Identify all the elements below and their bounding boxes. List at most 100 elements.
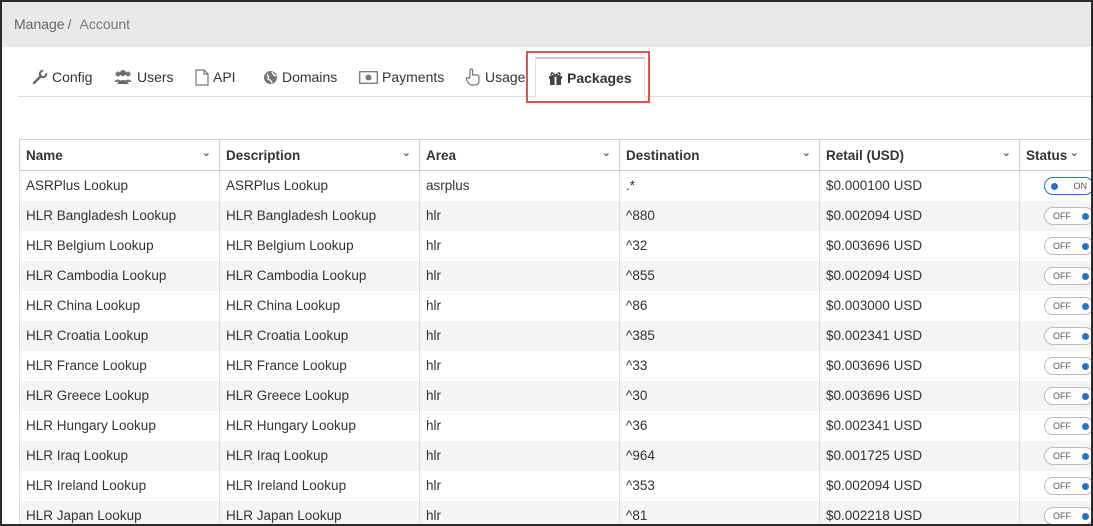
chevron-down-icon[interactable]: ⌄ [402, 146, 411, 159]
gift-icon [548, 71, 563, 86]
table-row[interactable]: HLR Hungary Lookup HLR Hungary Lookup hlr ^… [19, 410, 1091, 441]
column-header-retail[interactable]: Retail (USD) ⌄ [819, 139, 1020, 171]
cell-retail: $0.000100 USD [819, 170, 1020, 201]
toggle-label: OFF [1053, 300, 1071, 311]
chevron-down-icon[interactable]: ⌄ [802, 146, 811, 159]
cell-status: OFF [1019, 200, 1091, 231]
table-row[interactable]: ASRPlus Lookup ASRPlus Lookup asrplus .* $0.… [19, 170, 1091, 201]
cell-retail: $0.003696 USD [819, 230, 1020, 261]
account-tabs: Config Users API Domains Payments Usage … [18, 57, 1091, 98]
tab-usage[interactable]: Usage [465, 57, 525, 97]
toggle-knob [1082, 422, 1089, 430]
toggle-knob [1082, 512, 1089, 520]
tab-packages[interactable]: Packages [535, 57, 645, 98]
cell-area: hlr [419, 410, 620, 441]
tab-payments-label: Payments [382, 69, 445, 85]
tab-users[interactable]: Users [113, 57, 174, 97]
cell-destination: ^385 [619, 320, 820, 351]
cell-area: hlr [419, 260, 620, 291]
tab-payments[interactable]: Payments [359, 57, 444, 97]
tab-domains[interactable]: Domains [263, 57, 337, 97]
tab-api-label: API [213, 69, 236, 85]
cell-description: ASRPlus Lookup [219, 170, 420, 201]
toggle-knob [1082, 482, 1089, 490]
cell-status: OFF [1019, 470, 1091, 501]
chevron-down-icon[interactable]: ⌄ [202, 146, 211, 159]
column-header-name[interactable]: Name ⌄ [19, 139, 220, 171]
packages-table-container: Name ⌄ Description ⌄ Area ⌄ Destination ⌄ Re… [19, 139, 1091, 524]
money-icon [359, 70, 378, 84]
table-row[interactable]: HLR Croatia Lookup HLR Croatia Lookup hlr ^… [19, 320, 1091, 351]
toggle-label: OFF [1053, 450, 1071, 461]
status-toggle[interactable]: OFF [1044, 416, 1091, 435]
cell-description: HLR Hungary Lookup [219, 410, 420, 441]
cell-area: hlr [419, 320, 620, 351]
table-row[interactable]: HLR France Lookup HLR France Lookup hlr ^33… [19, 350, 1091, 381]
toggle-label: OFF [1053, 240, 1071, 251]
cell-retail: $0.003696 USD [819, 350, 1020, 381]
toggle-label: OFF [1053, 480, 1071, 491]
table-row[interactable]: HLR China Lookup HLR China Lookup hlr ^86 $0… [19, 290, 1091, 321]
table-row[interactable]: HLR Belgium Lookup HLR Belgium Lookup hlr ^… [19, 230, 1091, 261]
toggle-label: OFF [1053, 210, 1071, 221]
cell-destination: ^880 [619, 200, 820, 231]
toggle-label: OFF [1053, 390, 1071, 401]
cell-area: hlr [419, 470, 620, 501]
cell-destination: ^86 [619, 290, 820, 321]
tab-domains-label: Domains [282, 69, 338, 85]
column-header-description[interactable]: Description ⌄ [219, 139, 420, 171]
table-row[interactable]: HLR Iraq Lookup HLR Iraq Lookup hlr ^964 $0.… [19, 440, 1091, 471]
breadcrumb-separator: / [67, 16, 72, 32]
status-toggle[interactable]: OFF [1044, 386, 1091, 405]
cell-description: HLR Japan Lookup [219, 500, 420, 524]
column-header-status[interactable]: Status ⌄ [1019, 139, 1091, 171]
table-row[interactable]: HLR Bangladesh Lookup HLR Bangladesh Look… [19, 200, 1091, 231]
cell-status: OFF [1019, 380, 1091, 411]
cell-description: HLR Croatia Lookup [219, 320, 420, 351]
cell-status: OFF [1019, 230, 1091, 261]
cell-name: HLR Greece Lookup [19, 380, 220, 411]
status-toggle[interactable]: OFF [1044, 296, 1091, 315]
toggle-knob [1082, 212, 1089, 220]
cell-retail: $0.002218 USD [819, 500, 1020, 524]
cell-destination: ^36 [619, 410, 820, 441]
chevron-down-icon[interactable]: ⌄ [1002, 146, 1011, 159]
table-row[interactable]: HLR Ireland Lookup HLR Ireland Lookup hlr ^… [19, 470, 1091, 501]
status-toggle[interactable]: OFF [1044, 206, 1091, 225]
cell-destination: .* [619, 170, 820, 201]
status-toggle[interactable]: OFF [1044, 506, 1091, 524]
table-row[interactable]: HLR Japan Lookup HLR Japan Lookup hlr ^81 $0… [19, 500, 1091, 524]
toggle-label: OFF [1053, 420, 1071, 431]
tab-api[interactable]: API [195, 57, 236, 97]
hand-pointer-icon [465, 68, 481, 86]
breadcrumb: Manage / Account [2, 2, 1091, 47]
chevron-down-icon[interactable]: ⌄ [602, 146, 611, 159]
status-toggle[interactable]: OFF [1044, 476, 1091, 495]
toggle-label: OFF [1053, 360, 1071, 371]
status-toggle[interactable]: OFF [1044, 236, 1091, 255]
chevron-down-icon[interactable]: ⌄ [1070, 146, 1079, 159]
document-icon [195, 68, 209, 86]
table-row[interactable]: HLR Cambodia Lookup HLR Cambodia Lookup hl… [19, 260, 1091, 291]
status-toggle[interactable]: OFF [1044, 356, 1091, 375]
cell-description: HLR France Lookup [219, 350, 420, 381]
status-toggle[interactable]: ON [1044, 176, 1091, 195]
cell-retail: $0.002094 USD [819, 260, 1020, 291]
cell-area: asrplus [419, 170, 620, 201]
cell-area: hlr [419, 290, 620, 321]
status-toggle[interactable]: OFF [1044, 446, 1091, 465]
tab-config[interactable]: Config [32, 57, 92, 97]
tab-packages-label: Packages [567, 70, 632, 86]
status-toggle[interactable]: OFF [1044, 266, 1091, 285]
table-row[interactable]: HLR Greece Lookup HLR Greece Lookup hlr ^30… [19, 380, 1091, 411]
breadcrumb-manage-link[interactable]: Manage [14, 16, 65, 32]
cell-retail: $0.002094 USD [819, 200, 1020, 231]
cell-name: HLR Iraq Lookup [19, 440, 220, 471]
toggle-knob [1082, 332, 1089, 340]
cell-area: hlr [419, 230, 620, 261]
toggle-label: OFF [1053, 270, 1071, 281]
column-header-destination[interactable]: Destination ⌄ [619, 139, 820, 171]
toggle-knob [1082, 392, 1089, 400]
column-header-area[interactable]: Area ⌄ [419, 139, 620, 171]
status-toggle[interactable]: OFF [1044, 326, 1091, 345]
